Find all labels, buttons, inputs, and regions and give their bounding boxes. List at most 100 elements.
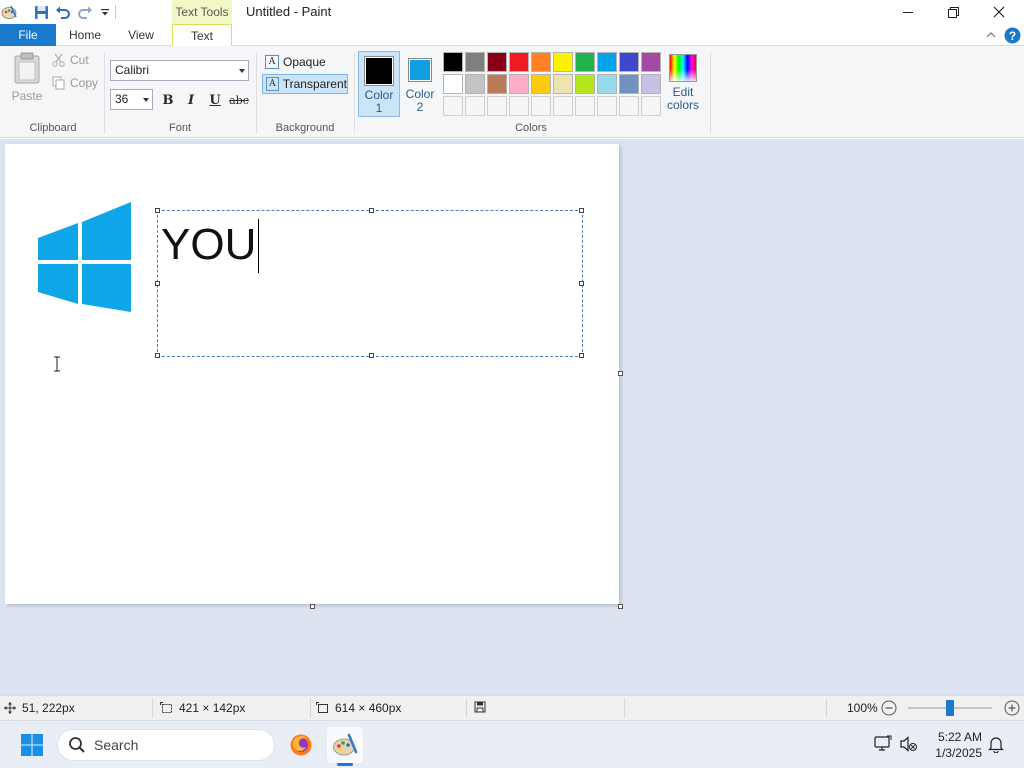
custom-color-slot[interactable] <box>575 96 595 116</box>
notifications-button[interactable] <box>988 736 1004 756</box>
minimize-ribbon-icon[interactable] <box>982 26 1000 44</box>
drawing-canvas[interactable]: YOU <box>5 144 619 604</box>
status-bar: 51, 222px 421 × 142px 614 × 460px 100% <box>0 695 1024 720</box>
transparent-icon: A <box>266 77 279 91</box>
palette-swatch[interactable] <box>443 74 463 94</box>
title-bar: Text Tools Untitled - Paint <box>0 0 1024 24</box>
palette-swatch[interactable] <box>619 74 639 94</box>
font-size-dropdown[interactable]: 36 <box>110 89 153 110</box>
custom-color-slot[interactable] <box>509 96 529 116</box>
chevron-down-icon <box>143 98 149 102</box>
paint-palette-icon <box>333 733 358 756</box>
palette-swatch[interactable] <box>465 52 485 72</box>
firefox-taskbar-button[interactable] <box>283 727 319 763</box>
custom-color-slot[interactable] <box>443 96 463 116</box>
tab-text[interactable]: Text <box>172 24 232 47</box>
search-placeholder: Search <box>94 737 139 753</box>
palette-swatch[interactable] <box>509 74 529 94</box>
palette-swatch[interactable] <box>619 52 639 72</box>
system-clock[interactable]: 5:22 AM 1/3/2025 <box>926 729 982 761</box>
custom-color-slot[interactable] <box>553 96 573 116</box>
textbox-resize-handle[interactable] <box>155 208 160 213</box>
textbox-resize-handle[interactable] <box>155 353 160 358</box>
canvas-resize-handle-bottom[interactable] <box>310 604 315 609</box>
color-1-button[interactable]: Color 1 <box>358 51 400 117</box>
copy-button[interactable]: Copy <box>52 76 98 90</box>
custom-color-slot[interactable] <box>597 96 617 116</box>
text-input-box[interactable]: YOU <box>155 208 584 358</box>
paint-taskbar-button[interactable] <box>327 727 363 763</box>
palette-swatch[interactable] <box>487 74 507 94</box>
tab-home[interactable]: Home <box>60 24 110 46</box>
palette-swatch[interactable] <box>553 74 573 94</box>
network-tray-button[interactable] <box>874 735 892 756</box>
transparent-label: Transparent <box>282 77 347 91</box>
underline-button[interactable]: U <box>205 91 225 109</box>
opaque-button[interactable]: A Opaque <box>262 52 348 72</box>
volume-tray-button[interactable] <box>900 735 918 756</box>
palette-swatch[interactable] <box>531 52 551 72</box>
palette-swatch[interactable] <box>641 74 661 94</box>
start-button[interactable] <box>14 727 50 763</box>
palette-swatch[interactable] <box>641 52 661 72</box>
redo-icon[interactable] <box>76 3 94 21</box>
zoom-slider-thumb[interactable] <box>946 700 954 716</box>
strikethrough-button[interactable]: abc <box>228 91 250 109</box>
taskbar-search[interactable]: Search <box>57 729 275 761</box>
tab-file[interactable]: File <box>0 24 56 46</box>
custom-color-slot[interactable] <box>465 96 485 116</box>
textbox-resize-handle[interactable] <box>369 208 374 213</box>
color-1-swatch <box>366 58 392 84</box>
palette-swatch[interactable] <box>443 52 463 72</box>
font-family-dropdown[interactable]: Calibri <box>110 60 249 81</box>
disk-icon <box>474 701 486 713</box>
cut-button[interactable]: Cut <box>52 53 89 67</box>
textbox-resize-handle[interactable] <box>155 281 160 286</box>
zoom-out-button[interactable] <box>881 700 897 719</box>
customize-quick-access-icon[interactable] <box>96 3 114 21</box>
save-icon[interactable] <box>32 3 50 21</box>
restore-button[interactable] <box>930 0 976 24</box>
edit-colors-button[interactable]: Edit colors <box>666 54 700 112</box>
copy-icon <box>52 76 65 90</box>
canvas-resize-handle-corner[interactable] <box>618 604 623 609</box>
palette-swatch[interactable] <box>465 74 485 94</box>
image-size: 614 × 460px <box>316 701 401 715</box>
italic-button[interactable]: I <box>181 91 201 109</box>
help-icon[interactable]: ? <box>1003 26 1021 44</box>
palette-swatch[interactable] <box>575 52 595 72</box>
group-separator <box>710 52 711 134</box>
zoom-in-button[interactable] <box>1004 700 1020 719</box>
bold-button[interactable]: B <box>158 91 178 109</box>
textbox-resize-handle[interactable] <box>579 281 584 286</box>
paste-button[interactable]: Paste <box>8 52 46 108</box>
canvas-resize-handle-right[interactable] <box>618 371 623 376</box>
tab-view[interactable]: View <box>116 24 166 46</box>
custom-color-slot[interactable] <box>531 96 551 116</box>
palette-swatch[interactable] <box>553 52 573 72</box>
palette-swatch[interactable] <box>575 74 595 94</box>
close-button[interactable] <box>976 0 1022 24</box>
textbox-resize-handle[interactable] <box>579 353 584 358</box>
typed-text-row[interactable]: YOU <box>161 219 260 273</box>
palette-swatch[interactable] <box>487 52 507 72</box>
selection-size-value: 421 × 142px <box>179 701 246 715</box>
textbox-resize-handle[interactable] <box>369 353 374 358</box>
selection-icon <box>160 702 172 713</box>
custom-color-slot[interactable] <box>619 96 639 116</box>
minimize-button[interactable] <box>885 0 931 24</box>
palette-swatch[interactable] <box>509 52 529 72</box>
opaque-label: Opaque <box>283 55 326 69</box>
textbox-resize-handle[interactable] <box>579 208 584 213</box>
palette-swatch[interactable] <box>597 74 617 94</box>
custom-color-slot[interactable] <box>487 96 507 116</box>
palette-swatch[interactable] <box>531 74 551 94</box>
palette-swatch[interactable] <box>597 52 617 72</box>
status-separator <box>152 698 153 718</box>
custom-color-slot[interactable] <box>641 96 661 116</box>
paint-app-icon[interactable] <box>0 3 18 21</box>
undo-icon[interactable] <box>54 3 72 21</box>
color-1-number: 1 <box>375 101 383 115</box>
color-2-button[interactable]: Color 2 <box>404 51 436 117</box>
transparent-button[interactable]: A Transparent <box>262 74 348 94</box>
